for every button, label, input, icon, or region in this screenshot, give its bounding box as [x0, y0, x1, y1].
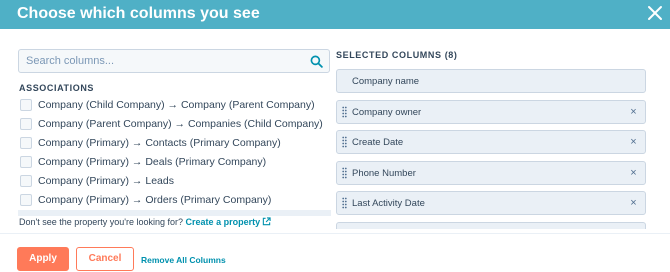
selected-column-item[interactable]: Company owner × — [336, 100, 646, 124]
remove-column-button[interactable]: × — [628, 167, 639, 179]
selected-columns-heading: SELECTED COLUMNS (8) — [336, 50, 458, 60]
close-button[interactable] — [646, 4, 664, 22]
available-columns-panel: ASSOCIATIONS Company (Child Company) → C… — [18, 49, 331, 214]
apply-button[interactable]: Apply — [17, 247, 69, 271]
selected-column-label: Create Date — [352, 137, 404, 148]
checkbox[interactable] — [20, 137, 32, 149]
selected-column-item[interactable]: Create Date × — [336, 130, 646, 154]
selected-column-label: Company name — [352, 76, 420, 87]
associations-heading: ASSOCIATIONS — [19, 83, 95, 93]
association-option[interactable]: Company (Primary) → Deals (Primary Compa… — [18, 154, 331, 173]
external-link-icon — [262, 217, 271, 226]
checkbox[interactable] — [20, 118, 32, 130]
drag-handle-icon[interactable] — [342, 167, 347, 179]
option-label: Company (Child Company) → Company (Paren… — [38, 99, 315, 111]
remove-column-button[interactable]: × — [628, 106, 639, 118]
checkbox[interactable] — [20, 194, 32, 206]
selected-column-item[interactable]: Phone Number × — [336, 161, 646, 185]
modal-header: Choose which columns you see — [0, 0, 670, 29]
association-option[interactable]: Company (Child Company) → Company (Paren… — [18, 97, 331, 116]
option-label: Company (Primary) → Orders (Primary Comp… — [38, 194, 272, 206]
checkbox[interactable] — [20, 156, 32, 168]
option-label: Company (Parent Company) → Companies (Ch… — [38, 118, 323, 130]
association-options-list[interactable]: Company (Child Company) → Company (Paren… — [18, 97, 331, 214]
selected-column-item-partial — [336, 222, 646, 229]
create-property-link-label: Create a property — [185, 217, 261, 227]
option-label: Company (Primary) → Deals (Primary Compa… — [38, 156, 267, 168]
create-property-hint: Don't see the property you're looking fo… — [19, 217, 271, 227]
modal-title: Choose which columns you see — [17, 5, 260, 22]
cancel-button[interactable]: Cancel — [76, 247, 134, 271]
association-option[interactable]: Company (Parent Company) → Companies (Ch… — [18, 116, 331, 135]
list-scroll-edge — [18, 210, 331, 216]
drag-handle-icon[interactable] — [342, 106, 347, 118]
remove-column-button[interactable]: × — [628, 197, 639, 209]
option-label: Company (Primary) → Leads — [38, 175, 174, 187]
search-icon[interactable] — [310, 55, 323, 68]
checkbox[interactable] — [20, 175, 32, 187]
checkbox[interactable] — [20, 99, 32, 111]
association-option[interactable]: Company (Primary) → Leads — [18, 173, 331, 192]
selected-column-label: Last Activity Date — [352, 198, 425, 209]
hint-text: Don't see the property you're looking fo… — [19, 217, 184, 227]
search-box — [18, 49, 330, 73]
search-input[interactable] — [19, 50, 304, 72]
selected-column-item[interactable]: Last Activity Date × — [336, 191, 646, 215]
selected-column-item: Company name — [336, 69, 646, 93]
association-option[interactable]: Company (Primary) → Contacts (Primary Co… — [18, 135, 331, 154]
option-label: Company (Primary) → Contacts (Primary Co… — [38, 137, 281, 149]
remove-all-columns-link[interactable]: Remove All Columns — [141, 255, 226, 265]
association-option[interactable]: Company (Primary) → Orders (Primary Comp… — [18, 192, 331, 211]
create-property-link[interactable]: Create a property — [186, 217, 272, 227]
drag-handle-icon[interactable] — [342, 136, 347, 148]
remove-column-button[interactable]: × — [628, 136, 639, 148]
footer-divider — [0, 233, 670, 234]
selected-column-label: Phone Number — [352, 168, 416, 179]
close-icon — [648, 6, 662, 20]
selected-columns-list[interactable]: Company name Company owner × Create Date… — [336, 69, 647, 229]
drag-handle-icon[interactable] — [342, 197, 347, 209]
selected-column-label: Company owner — [352, 107, 422, 118]
